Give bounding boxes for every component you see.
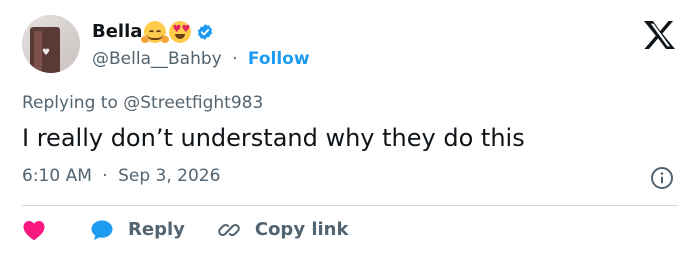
reply-bubble-icon	[91, 220, 113, 240]
avatar-curtain-fold	[34, 31, 42, 73]
tweet-text: I really don’t understand why they do th…	[22, 124, 525, 152]
replying-to[interactable]: Replying to @Streetfight983	[22, 92, 263, 114]
smiling-face-with-hearts-emoji-icon	[141, 21, 170, 43]
reply-label: Reply	[128, 219, 185, 240]
tweet-time: 6:10 AM	[22, 166, 92, 186]
reply-button[interactable]: Reply	[90, 219, 185, 241]
follow-button[interactable]: Follow	[248, 49, 310, 69]
tweet-card: ♥ Bella ♥ ♥ @Bella__Bahby · Follow Replyi…	[0, 0, 700, 256]
copy-link-button[interactable]: Copy link	[217, 218, 349, 242]
tweet-timestamp[interactable]: 6:10 AM · Sep 3, 2026	[22, 165, 220, 187]
copy-link-label: Copy link	[254, 219, 349, 240]
author-handle-row: @Bella__Bahby · Follow	[92, 48, 310, 70]
link-icon	[218, 223, 240, 237]
heart-eyes-emoji-icon: ♥ ♥	[169, 21, 192, 43]
tweet-date: Sep 3, 2026	[118, 166, 221, 186]
heart-icon	[23, 221, 45, 241]
info-icon[interactable]	[650, 166, 674, 190]
meta-separator: ·	[102, 166, 108, 186]
action-bar: Reply Copy link	[22, 216, 348, 244]
author-handle[interactable]: @Bella__Bahby	[92, 49, 222, 69]
like-button[interactable]	[22, 219, 46, 241]
divider	[22, 205, 678, 206]
x-logo-icon[interactable]	[642, 20, 676, 50]
verified-badge-icon	[198, 24, 213, 40]
author-name[interactable]: Bella	[92, 21, 142, 43]
author-name-row: Bella ♥ ♥	[92, 20, 214, 44]
avatar-heart: ♥	[42, 48, 51, 58]
handle-separator: ·	[232, 49, 238, 69]
avatar[interactable]: ♥	[22, 15, 80, 73]
